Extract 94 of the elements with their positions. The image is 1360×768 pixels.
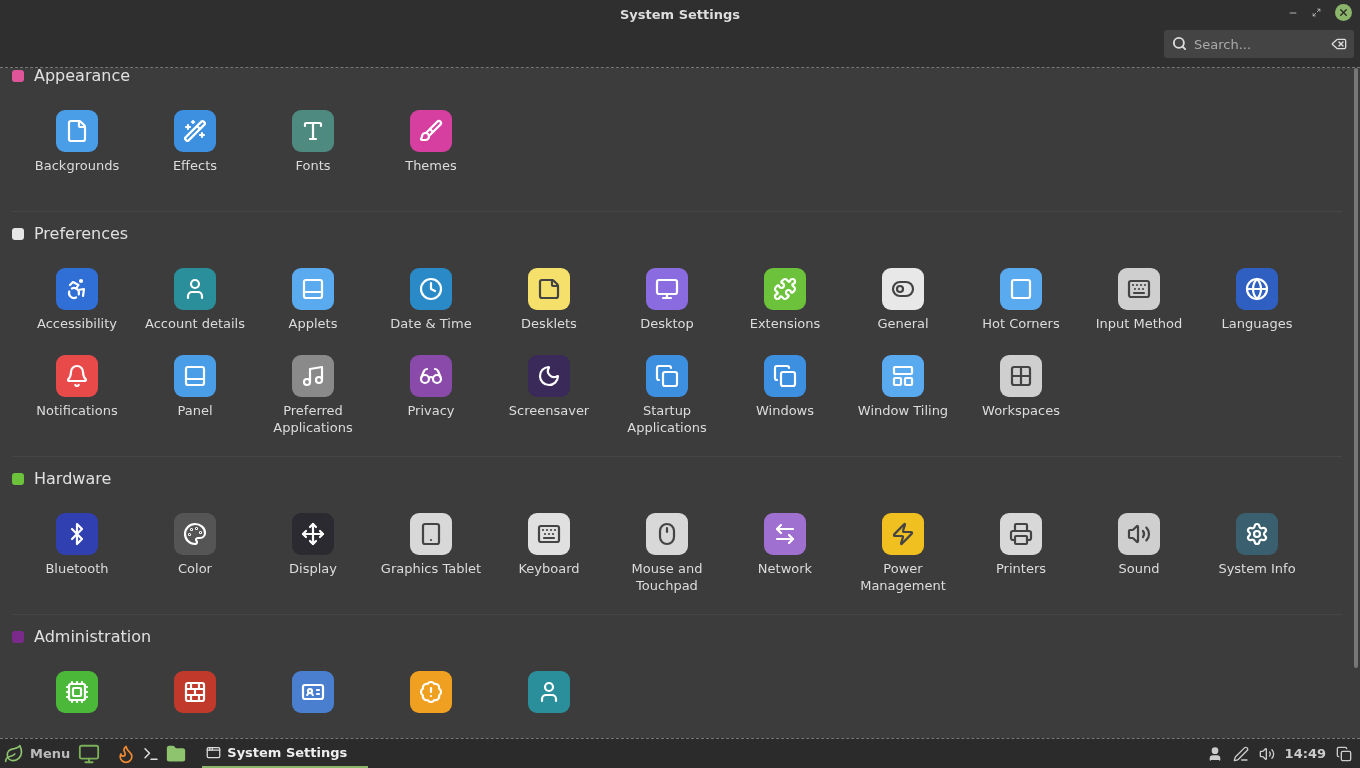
settings-item-label[interactable]: Account details xyxy=(139,315,251,332)
settings-item-label[interactable]: System Info xyxy=(1201,560,1313,577)
page-icon[interactable] xyxy=(56,110,98,152)
clock-time[interactable]: 14:49 xyxy=(1284,743,1326,764)
letters-icon[interactable] xyxy=(292,110,334,152)
grid-icon[interactable] xyxy=(1000,355,1042,397)
settings-item-label[interactable]: Color xyxy=(139,560,251,577)
arrows-icon[interactable] xyxy=(764,513,806,555)
settings-item-label[interactable]: Privacy xyxy=(375,402,487,419)
scrollbar[interactable] xyxy=(1354,68,1358,668)
maximize-icon[interactable] xyxy=(1312,8,1321,17)
clear-icon[interactable] xyxy=(1331,36,1347,52)
settings-item-label[interactable]: Startup Applications xyxy=(611,402,723,436)
settings-item-label[interactable]: Themes xyxy=(375,157,487,174)
settings-item-label[interactable]: Display xyxy=(257,560,369,577)
settings-item-label[interactable]: Effects xyxy=(139,157,251,174)
puzzle-icon[interactable] xyxy=(764,268,806,310)
id-card-icon[interactable] xyxy=(292,671,334,713)
person-icon[interactable] xyxy=(174,268,216,310)
toggle-icon[interactable] xyxy=(882,268,924,310)
show-desktop-icon[interactable] xyxy=(1336,745,1352,762)
settings-item-label[interactable]: General xyxy=(847,315,959,332)
monitor-icon[interactable] xyxy=(646,268,688,310)
settings-icon[interactable] xyxy=(1236,513,1278,555)
mouse-icon[interactable] xyxy=(646,513,688,555)
window-icon xyxy=(206,745,222,760)
panel-icon[interactable] xyxy=(174,355,216,397)
settings-item-label[interactable]: Input Method xyxy=(1083,315,1195,332)
chip-icon[interactable] xyxy=(56,671,98,713)
close-button[interactable] xyxy=(1335,4,1352,21)
moon-icon[interactable] xyxy=(528,355,570,397)
settings-item-label[interactable]: Fonts xyxy=(257,157,369,174)
brush-icon[interactable] xyxy=(410,110,452,152)
settings-item-label[interactable]: Date & Time xyxy=(375,315,487,332)
music-note-icon[interactable] xyxy=(292,355,334,397)
search-field[interactable]: Search... xyxy=(1164,30,1354,58)
wand-icon[interactable] xyxy=(174,110,216,152)
monitor-icon[interactable] xyxy=(78,742,101,765)
globe-icon[interactable] xyxy=(1236,268,1278,310)
folder-icon[interactable] xyxy=(166,743,187,764)
section-title: Appearance xyxy=(34,68,131,87)
clock-icon[interactable] xyxy=(410,268,452,310)
tablet-icon[interactable] xyxy=(410,513,452,555)
settings-item-label[interactable]: Backgrounds xyxy=(21,157,133,174)
section-title: Preferences xyxy=(34,223,129,245)
leaf-icon xyxy=(4,743,24,764)
note-icon[interactable] xyxy=(528,268,570,310)
brick-wall-icon[interactable] xyxy=(174,671,216,713)
windows-icon[interactable] xyxy=(646,355,688,397)
windows-icon[interactable] xyxy=(764,355,806,397)
settings-item-label[interactable]: Workspaces xyxy=(965,402,1077,419)
accessibility-icon[interactable] xyxy=(56,268,98,310)
settings-item-label[interactable]: Mouse and Touchpad xyxy=(611,560,723,594)
settings-item-label[interactable]: Network xyxy=(729,560,841,577)
settings-item-label[interactable]: Accessibility xyxy=(21,315,133,332)
bluetooth-icon[interactable] xyxy=(56,513,98,555)
window-title: System Settings xyxy=(619,6,740,25)
settings-item-label[interactable]: Window Tiling xyxy=(847,402,959,419)
keyboard-icon[interactable] xyxy=(1118,268,1160,310)
speaker-icon[interactable] xyxy=(1118,513,1160,555)
keyboard-icon[interactable] xyxy=(528,513,570,555)
tiles-icon[interactable] xyxy=(882,355,924,397)
settings-item-label[interactable]: Screensaver xyxy=(493,402,605,419)
settings-item-label[interactable]: Notifications xyxy=(21,402,133,419)
printer-icon[interactable] xyxy=(1000,513,1042,555)
bell-icon[interactable] xyxy=(56,355,98,397)
settings-item-label[interactable]: Graphics Tablet xyxy=(375,560,487,577)
alert-icon[interactable] xyxy=(410,671,452,713)
volume-icon[interactable] xyxy=(1258,745,1275,762)
palette-icon[interactable] xyxy=(174,513,216,555)
pen-icon[interactable] xyxy=(1232,745,1249,762)
section-title: Administration xyxy=(34,626,152,648)
settings-item-label[interactable]: Power Management xyxy=(847,560,959,594)
settings-item-label[interactable]: Bluetooth xyxy=(21,560,133,577)
settings-item-label[interactable]: Applets xyxy=(257,315,369,332)
settings-item-label[interactable]: Preferred Applications xyxy=(257,402,369,436)
settings-item-label[interactable]: Extensions xyxy=(729,315,841,332)
settings-item-label[interactable]: Hot Corners xyxy=(965,315,1077,332)
settings-item-label[interactable]: Printers xyxy=(965,560,1077,577)
panel-icon[interactable] xyxy=(292,268,334,310)
taskbar-window-button[interactable]: System Settings xyxy=(202,739,369,768)
search-icon xyxy=(1172,36,1187,51)
settings-item-label[interactable]: Languages xyxy=(1201,315,1313,332)
settings-item-label[interactable]: Desklets xyxy=(493,315,605,332)
close-icon xyxy=(1338,7,1349,18)
settings-item-label[interactable]: Keyboard xyxy=(493,560,605,577)
menu-button[interactable]: Menu xyxy=(4,743,77,764)
person-icon[interactable] xyxy=(528,671,570,713)
settings-item-label[interactable]: Sound xyxy=(1083,560,1195,577)
section-title: Hardware xyxy=(34,468,112,490)
settings-item-label[interactable]: Panel xyxy=(139,402,251,419)
lightning-icon[interactable] xyxy=(882,513,924,555)
settings-item-label[interactable]: Windows xyxy=(729,402,841,419)
settings-item-label[interactable]: Desktop xyxy=(611,315,723,332)
